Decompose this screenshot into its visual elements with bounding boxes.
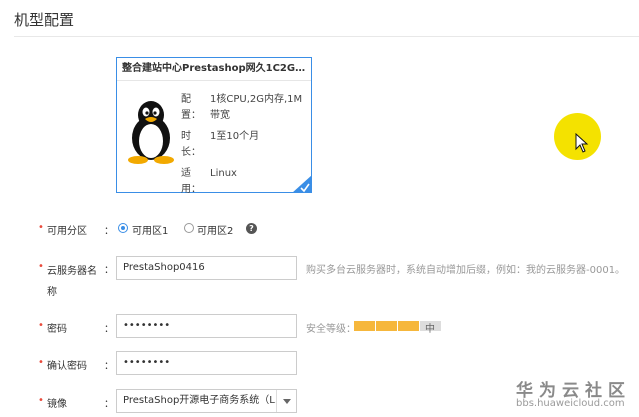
mouse-cursor-icon (575, 133, 589, 153)
zone-row: • 可用分区 ： 可用区1 可用区2 ? (0, 222, 639, 237)
zone-colon: ： (104, 226, 114, 237)
confirm-password-colon: ： (104, 361, 114, 372)
confirm-password-label: 确认密码 (47, 361, 87, 372)
image-colon: ： (104, 399, 114, 410)
config-value: 1核CPU,2G内存,1M带宽 (210, 94, 303, 121)
config-key: 配置： (181, 94, 201, 121)
strength-segment (354, 321, 375, 331)
password-colon: ： (104, 324, 114, 335)
server-name-colon: ： (104, 265, 114, 276)
image-card-title: 整合建站中心Prestashop网久1C2G1M40... (117, 58, 311, 81)
title-divider (14, 36, 639, 37)
selected-check-icon (292, 175, 312, 193)
image-select[interactable]: PrestaShop开源电子商务系统（L... (116, 389, 297, 413)
server-name-row: • 云服务器名称 ： PrestaShop0416 购买多台云服务器时，系统自动… (0, 256, 639, 298)
zone-1-radio[interactable] (118, 223, 128, 233)
strength-segment (398, 321, 419, 331)
applies-key: 适用： (181, 168, 201, 195)
required-mark: • (38, 357, 44, 368)
zone-2-radio[interactable] (184, 223, 194, 233)
help-icon[interactable]: ? (246, 223, 257, 234)
image-card[interactable]: 整合建站中心Prestashop网久1C2G1M40... 配置： 1核CPU,… (116, 57, 312, 195)
zone-1-label[interactable]: 可用区1 (132, 222, 168, 237)
password-input[interactable]: •••••••• (116, 314, 297, 338)
required-mark: • (38, 261, 44, 272)
image-card-specs: 配置： 1核CPU,2G内存,1M带宽 时长： 1至10个月 适用： Linux (181, 92, 310, 198)
confirm-password-input[interactable]: •••••••• (116, 351, 297, 375)
section-title: 机型配置 (14, 11, 75, 29)
password-label: 密码 (47, 324, 67, 335)
strength-segment (376, 321, 397, 331)
duration-value: 1至10个月 (210, 131, 260, 142)
confirm-password-row: • 确认密码 ： •••••••• (0, 351, 639, 377)
duration-key: 时长： (181, 131, 201, 158)
required-mark: • (38, 320, 44, 331)
zone-2-label[interactable]: 可用区2 (197, 222, 233, 237)
password-row: • 密码 ： •••••••• 安全等级： 中 (0, 314, 639, 340)
image-label: 镜像 (47, 399, 67, 410)
watermark-url: bbs.huaweicloud.com (516, 398, 625, 409)
strength-text: 中 (425, 324, 435, 335)
zone-label: 可用分区 (47, 226, 87, 237)
required-mark: • (38, 222, 44, 233)
strength-label: 安全等级： (306, 324, 356, 335)
linux-penguin-icon (128, 101, 174, 164)
server-name-hint: 购买多台云服务器时，系统自动增加后缀，例如：我的云服务器-0001。 (306, 265, 626, 276)
required-mark: • (38, 395, 44, 406)
chevron-down-icon[interactable] (276, 390, 296, 412)
server-name-label: 云服务器名称 (47, 266, 97, 298)
server-name-input[interactable]: PrestaShop0416 (116, 256, 297, 280)
